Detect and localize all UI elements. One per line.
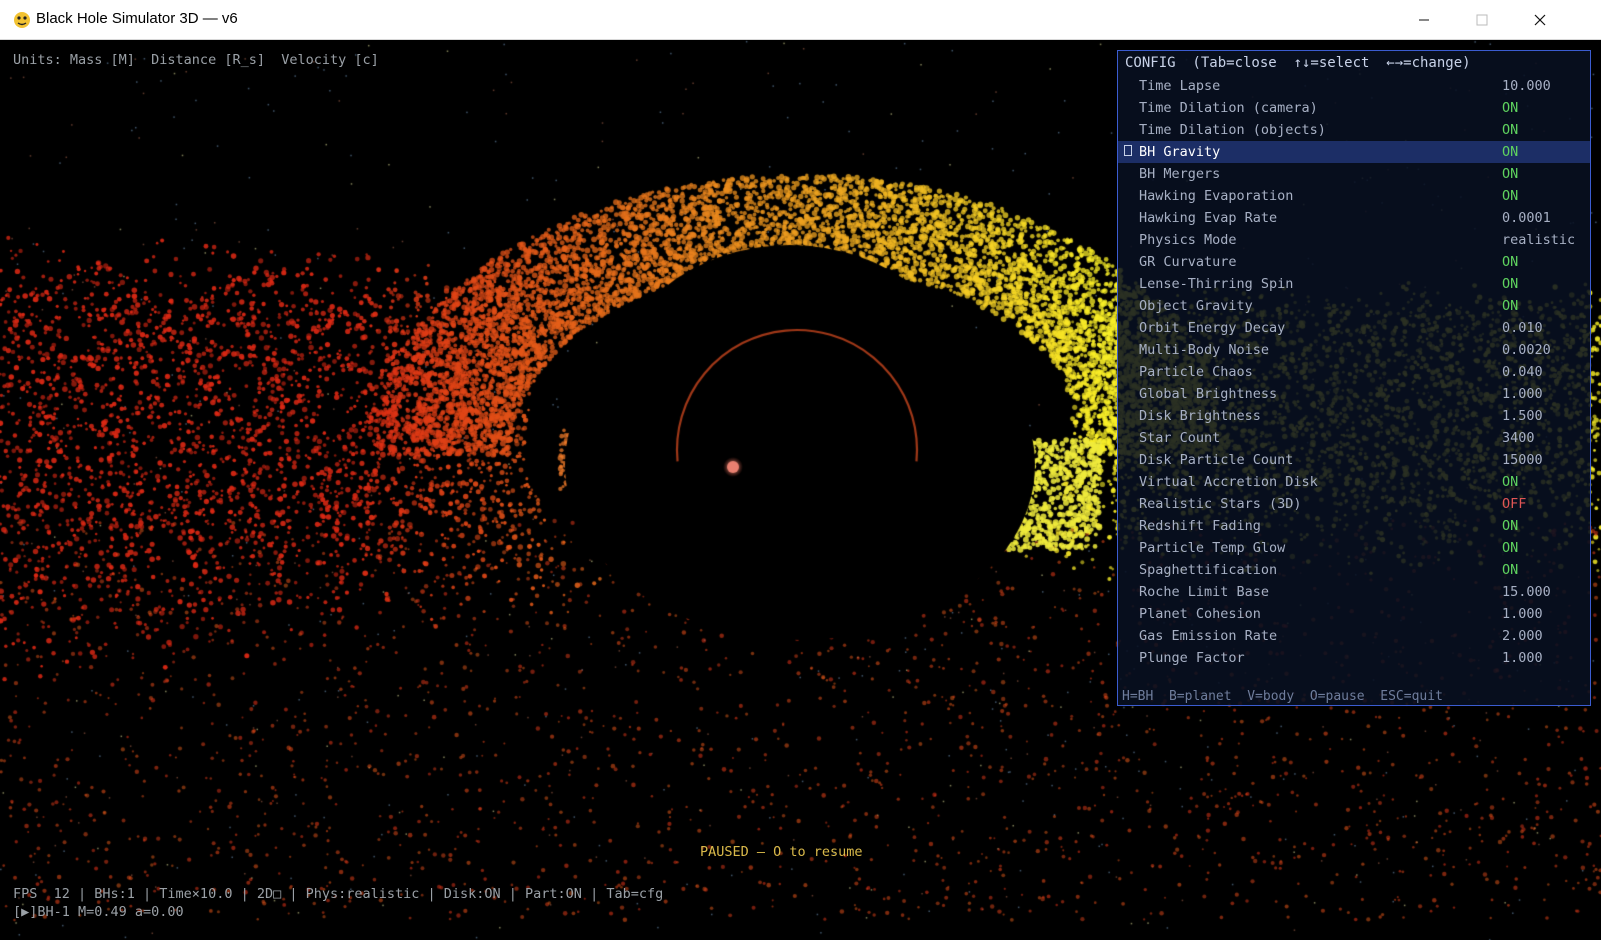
config-panel[interactable]: CONFIG (Tab=close ↑↓=select ←→=change) T… xyxy=(1117,50,1591,706)
status-bar: FPS 12 | BHs:1 | Time×10.0 | 2D□ | Phys:… xyxy=(13,886,664,902)
config-label: Plunge Factor xyxy=(1139,650,1245,666)
config-label: Realistic Stars (3D) xyxy=(1139,496,1302,512)
config-row-disk-brightness[interactable]: Disk Brightness 1.500 xyxy=(1118,405,1590,427)
config-value[interactable]: 15000 xyxy=(1502,452,1543,468)
config-value[interactable]: ON xyxy=(1502,144,1518,160)
config-label: Hawking Evap Rate xyxy=(1139,210,1278,226)
config-value[interactable]: 2.000 xyxy=(1502,628,1543,644)
config-value[interactable]: 10.000 xyxy=(1502,78,1551,94)
config-value[interactable]: ON xyxy=(1502,474,1518,490)
minimize-icon xyxy=(1419,19,1429,21)
config-label: Lense-Thirring Spin xyxy=(1139,276,1294,292)
config-row-physics-mode[interactable]: Physics Mode realistic xyxy=(1118,229,1590,251)
config-value[interactable]: ON xyxy=(1502,166,1518,182)
config-row-realistic-stars-3d[interactable]: Realistic Stars (3D) OFF xyxy=(1118,493,1590,515)
units-legend: Units: Mass [M] Distance [R_s] Velocity … xyxy=(13,52,379,68)
config-value[interactable]: ON xyxy=(1502,254,1518,270)
config-label: Time Dilation (camera) xyxy=(1139,100,1318,116)
config-label: Object Gravity xyxy=(1139,298,1253,314)
config-value[interactable]: 3400 xyxy=(1502,430,1535,446)
config-row-particle-chaos[interactable]: Particle Chaos 0.040 xyxy=(1118,361,1590,383)
config-value[interactable]: ON xyxy=(1502,540,1518,556)
config-value[interactable]: ON xyxy=(1502,518,1518,534)
config-value[interactable]: 1.000 xyxy=(1502,386,1543,402)
minimize-button[interactable] xyxy=(1395,0,1453,40)
config-row-bh-mergers[interactable]: BH Mergers ON xyxy=(1118,163,1590,185)
config-row-star-count[interactable]: Star Count 3400 xyxy=(1118,427,1590,449)
config-value[interactable]: ON xyxy=(1502,562,1518,578)
config-label: Planet Cohesion xyxy=(1139,606,1261,622)
config-label: Hawking Evaporation xyxy=(1139,188,1294,204)
config-row-gas-emission-rate[interactable]: Gas Emission Rate 2.000 xyxy=(1118,625,1590,647)
config-row-bh-gravity[interactable]: BH Gravity ON xyxy=(1118,141,1590,163)
config-label: GR Curvature xyxy=(1139,254,1237,270)
config-value[interactable]: 1.000 xyxy=(1502,650,1543,666)
config-label: Gas Emission Rate xyxy=(1139,628,1278,644)
config-label: Orbit Energy Decay xyxy=(1139,320,1286,336)
config-label: Disk Brightness xyxy=(1139,408,1261,424)
config-label: Time Lapse xyxy=(1139,78,1221,94)
config-row-multi-body-noise[interactable]: Multi-Body Noise 0.0020 xyxy=(1118,339,1590,361)
config-label: Redshift Fading xyxy=(1139,518,1261,534)
config-row-global-brightness[interactable]: Global Brightness 1.000 xyxy=(1118,383,1590,405)
config-value[interactable]: 1.000 xyxy=(1502,606,1543,622)
config-value[interactable]: OFF xyxy=(1502,496,1526,512)
keyboard-hints: H=BH B=planet V=body O=pause ESC=quit xyxy=(1122,689,1443,704)
maximize-icon xyxy=(1476,14,1488,26)
window-title: Black Hole Simulator 3D — v6 xyxy=(36,10,238,27)
maximize-button[interactable] xyxy=(1453,0,1511,40)
config-label: Physics Mode xyxy=(1139,232,1237,248)
config-label: Star Count xyxy=(1139,430,1221,446)
config-row-disk-particle-count[interactable]: Disk Particle Count 15000 xyxy=(1118,449,1590,471)
config-label: Particle Chaos xyxy=(1139,364,1253,380)
config-label: BH Gravity xyxy=(1139,144,1221,160)
close-icon xyxy=(1534,14,1546,26)
selection-marker-icon xyxy=(1124,145,1132,156)
paused-banner: PAUSED — O to resume xyxy=(700,844,863,860)
window-titlebar[interactable]: Black Hole Simulator 3D — v6 xyxy=(0,0,1601,40)
config-value[interactable]: realistic xyxy=(1502,232,1575,248)
config-label: Time Dilation (objects) xyxy=(1139,122,1326,138)
black-hole-info: [▶]BH-1 M=0.49 a=0.00 xyxy=(13,904,184,920)
config-row-lense-thirring-spin[interactable]: Lense-Thirring Spin ON xyxy=(1118,273,1590,295)
config-row-planet-cohesion[interactable]: Planet Cohesion 1.000 xyxy=(1118,603,1590,625)
config-value[interactable]: ON xyxy=(1502,188,1518,204)
config-header: CONFIG (Tab=close ↑↓=select ←→=change) xyxy=(1125,55,1471,71)
config-row-spaghettification[interactable]: Spaghettification ON xyxy=(1118,559,1590,581)
config-value[interactable]: ON xyxy=(1502,122,1518,138)
config-row-plunge-factor[interactable]: Plunge Factor 1.000 xyxy=(1118,647,1590,669)
config-row-hawking-evaporation[interactable]: Hawking Evaporation ON xyxy=(1118,185,1590,207)
config-value[interactable]: ON xyxy=(1502,276,1518,292)
config-row-time-lapse[interactable]: Time Lapse 10.000 xyxy=(1118,75,1590,97)
config-row-gr-curvature[interactable]: GR Curvature ON xyxy=(1118,251,1590,273)
config-value[interactable]: ON xyxy=(1502,100,1518,116)
config-row-hawking-evap-rate[interactable]: Hawking Evap Rate 0.0001 xyxy=(1118,207,1590,229)
close-button[interactable] xyxy=(1511,0,1569,40)
config-row-redshift-fading[interactable]: Redshift Fading ON xyxy=(1118,515,1590,537)
config-row-time-dilation-camera[interactable]: Time Dilation (camera) ON xyxy=(1118,97,1590,119)
config-label: Global Brightness xyxy=(1139,386,1278,402)
config-label: Disk Particle Count xyxy=(1139,452,1294,468)
config-value[interactable]: 0.0020 xyxy=(1502,342,1551,358)
simulation-viewport[interactable]: Units: Mass [M] Distance [R_s] Velocity … xyxy=(0,40,1601,940)
config-value[interactable]: ON xyxy=(1502,298,1518,314)
config-value[interactable]: 0.040 xyxy=(1502,364,1543,380)
config-value[interactable]: 1.500 xyxy=(1502,408,1543,424)
config-row-particle-temp-glow[interactable]: Particle Temp Glow ON xyxy=(1118,537,1590,559)
config-label: Particle Temp Glow xyxy=(1139,540,1286,556)
config-row-object-gravity[interactable]: Object Gravity ON xyxy=(1118,295,1590,317)
config-label: Spaghettification xyxy=(1139,562,1278,578)
config-row-roche-limit-base[interactable]: Roche Limit Base 15.000 xyxy=(1118,581,1590,603)
config-row-virtual-accretion-disk[interactable]: Virtual Accretion Disk ON xyxy=(1118,471,1590,493)
config-value[interactable]: 0.0001 xyxy=(1502,210,1551,226)
config-label: BH Mergers xyxy=(1139,166,1221,182)
python-app-icon xyxy=(14,12,30,28)
config-value[interactable]: 0.010 xyxy=(1502,320,1543,336)
config-row-time-dilation-objects[interactable]: Time Dilation (objects) ON xyxy=(1118,119,1590,141)
config-label: Virtual Accretion Disk xyxy=(1139,474,1318,490)
config-label: Multi-Body Noise xyxy=(1139,342,1270,358)
config-value[interactable]: 15.000 xyxy=(1502,584,1551,600)
config-label: Roche Limit Base xyxy=(1139,584,1270,600)
config-row-orbit-energy-decay[interactable]: Orbit Energy Decay 0.010 xyxy=(1118,317,1590,339)
